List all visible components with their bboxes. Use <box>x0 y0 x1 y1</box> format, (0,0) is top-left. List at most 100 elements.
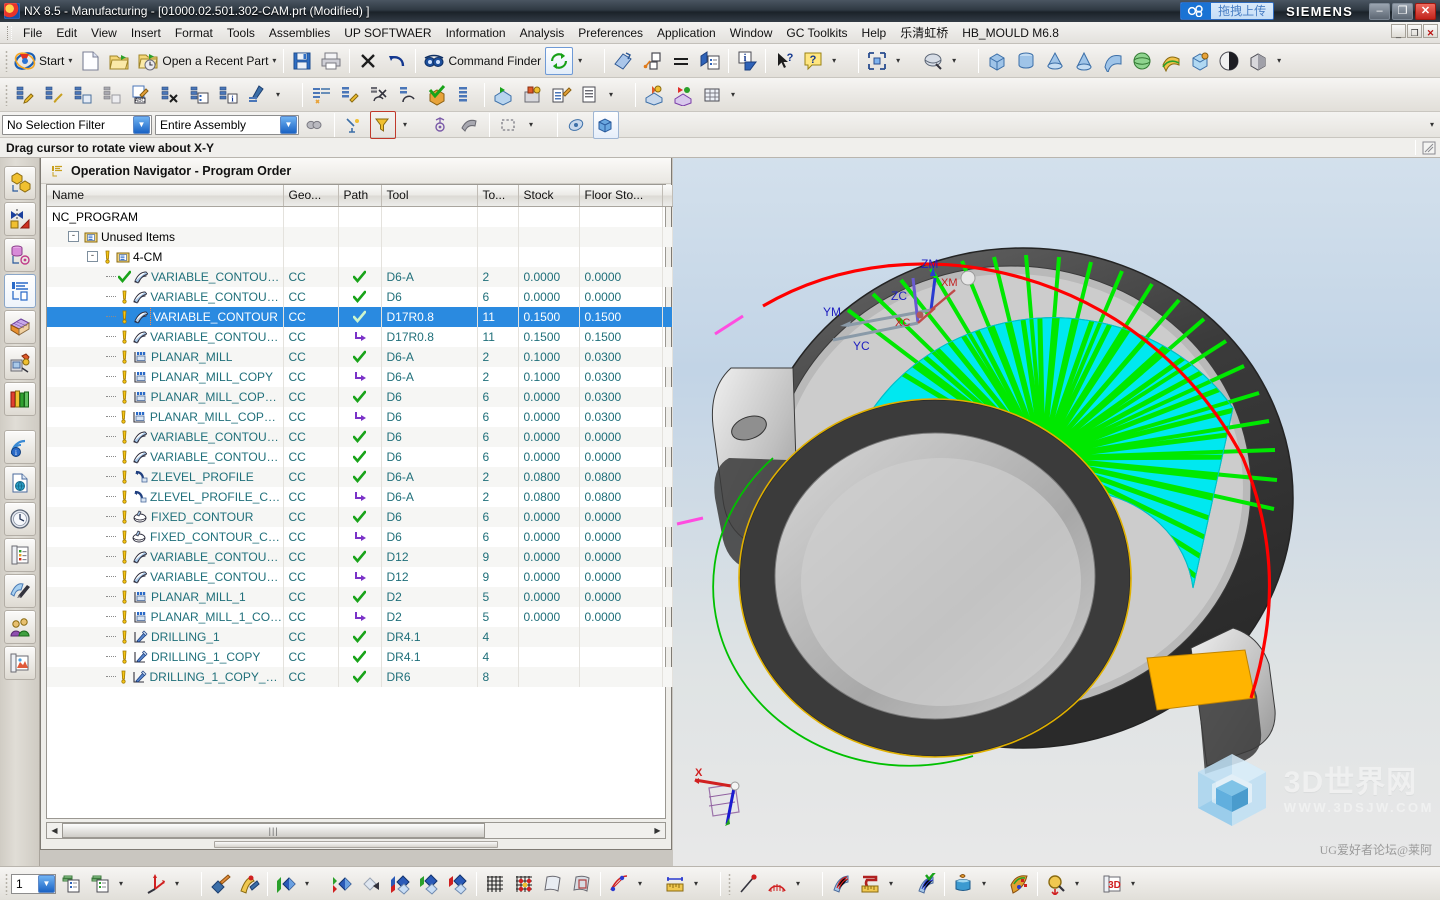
zoom-caret-button[interactable]: ▾ <box>948 47 974 75</box>
analysiscurve-caret-button[interactable]: ▾ <box>634 870 660 898</box>
rect-select-button[interactable] <box>496 111 522 139</box>
work-layer-input[interactable]: 1 ▼ <box>11 873 56 894</box>
menu-item-information[interactable]: Information <box>439 24 513 42</box>
measurecv-caret-button[interactable]: ▾ <box>885 870 911 898</box>
filter-caret-button[interactable]: ▾ <box>399 111 425 139</box>
table-row[interactable]: PLANAR_MILL_1_COPY CC D2 5 0.0000 0.0000 <box>47 606 673 627</box>
cell-name[interactable]: VARIABLE_CONTOUR_... <box>47 566 284 587</box>
sketch-in-task-button[interactable] <box>609 47 637 75</box>
measure-distance-button[interactable] <box>661 870 689 898</box>
column-header-name[interactable]: Name <box>47 185 284 207</box>
table-row[interactable]: VARIABLE_CONTOUR_... CC D12 9 0.0000 0.0000 <box>47 566 673 587</box>
face-button[interactable] <box>457 111 483 139</box>
navigator-hscrollbar[interactable]: ◀ ||| ▶ <box>46 822 666 839</box>
sidebar-item-history[interactable] <box>3 502 36 536</box>
toolbar-grip[interactable] <box>2 82 10 108</box>
confirm-button[interactable] <box>423 81 451 109</box>
table-row[interactable]: PLANAR_MILL CC D6-A 2 0.1000 0.0300 <box>47 346 673 367</box>
table-row[interactable]: VARIABLE_CONTOUR_3 CC D6 6 0.0000 0.0000 <box>47 426 673 447</box>
shop-doc-button[interactable] <box>576 81 604 109</box>
cell-name[interactable]: VARIABLE_CONTOUR_3 <box>47 426 284 447</box>
replay-button[interactable] <box>669 81 697 109</box>
cell-name[interactable]: VARIABLE_CONTOUR_... <box>47 326 284 347</box>
shaded-edges-button[interactable] <box>328 870 356 898</box>
render-caret-button[interactable]: ▾ <box>1273 47 1299 75</box>
grid-button[interactable] <box>481 870 509 898</box>
selection-filter-combo[interactable]: No Selection Filter ▼ <box>2 114 152 135</box>
mdi-restore-button[interactable]: ❐ <box>1407 24 1422 38</box>
post-process-button[interactable] <box>547 81 575 109</box>
start-caret-icon[interactable]: ▾ <box>68 56 72 65</box>
shape-box-button[interactable] <box>983 47 1011 75</box>
filter-point-button[interactable] <box>370 110 396 139</box>
minimize-button[interactable]: – <box>1369 2 1390 20</box>
snap-grid-button[interactable] <box>510 870 538 898</box>
table-row[interactable]: DRILLING_1_COPY CC DR4.1 4 <box>47 646 673 667</box>
windowanalysis-caret-button[interactable]: ▾ <box>1127 870 1153 898</box>
shade-mode-button[interactable] <box>564 111 590 139</box>
mdi-close-button[interactable]: ✕ <box>1423 24 1438 38</box>
scroll-left-button[interactable]: ◀ <box>47 823 62 838</box>
shade-button[interactable] <box>1215 47 1243 75</box>
operation-info-button[interactable] <box>185 81 213 109</box>
menu-item-format[interactable]: Format <box>168 24 220 42</box>
sidebar-item-manufacturing-wizards[interactable] <box>3 346 36 380</box>
open-recent-caret-icon[interactable]: ▾ <box>272 56 276 65</box>
partially-shaded-button[interactable] <box>415 870 443 898</box>
zoom-analysis-button[interactable] <box>1042 870 1070 898</box>
table-row[interactable]: PLANAR_MILL_1 CC D2 5 0.0000 0.0000 <box>47 586 673 607</box>
operation-object-button[interactable]: i <box>214 81 242 109</box>
workpiece-button[interactable] <box>489 81 517 109</box>
graphics-viewport[interactable]: ZM YM XM ZC YC XC X 3D世界网 WWW.3DSJW.COM … <box>673 158 1440 866</box>
cutting-caret-button[interactable]: ▾ <box>727 81 753 109</box>
navigator-resize-grip[interactable] <box>41 839 671 849</box>
shopdoc-caret-button[interactable]: ▾ <box>605 81 631 109</box>
measure-caret-button[interactable]: ▾ <box>690 870 716 898</box>
cell-name[interactable]: - Unused Items <box>47 226 284 247</box>
transform-button[interactable] <box>235 870 263 898</box>
fit-view-button[interactable] <box>863 47 891 75</box>
tree-expander[interactable]: - <box>68 231 79 242</box>
cell-name[interactable]: PLANAR_MILL_1_COPY <box>47 606 284 627</box>
face-analysis-button[interactable] <box>386 870 414 898</box>
move-object-button[interactable] <box>206 870 234 898</box>
cut-level-button[interactable] <box>365 81 393 109</box>
cell-name[interactable]: - 4-CM <box>47 246 284 267</box>
sidebar-item-help-on-context[interactable]: i <box>3 430 36 464</box>
hscroll-thumb[interactable]: ||| <box>62 823 486 838</box>
draft-analysis-button[interactable] <box>949 870 977 898</box>
create-method-button[interactable] <box>98 81 126 109</box>
column-header-stock[interactable]: Stock <box>518 185 580 207</box>
column-header-tool[interactable]: Tool <box>381 185 478 207</box>
create-geometry-button[interactable] <box>69 81 97 109</box>
column-header-floor-stock[interactable]: Floor Sto... <box>579 185 663 207</box>
shape-blend-button[interactable] <box>1157 47 1185 75</box>
undo-path-button[interactable] <box>394 81 422 109</box>
cell-name[interactable]: VARIABLE_CONTOUR_1 <box>47 286 284 307</box>
table-row[interactable]: NC_PROGRAM <box>47 206 673 227</box>
list-button[interactable] <box>452 81 480 109</box>
sidebar-item-system-materials[interactable] <box>3 574 36 608</box>
menu-grip[interactable] <box>2 24 16 42</box>
studio-button[interactable] <box>444 870 472 898</box>
cell-name[interactable]: VARIABLE_CONTOUR_... <box>47 546 284 567</box>
filter-overflow[interactable]: ▾ <box>1429 120 1438 129</box>
select-general-button[interactable] <box>302 111 328 139</box>
menu-item-assemblies[interactable]: Assemblies <box>262 24 337 42</box>
table-row[interactable]: FIXED_CONTOUR CC D6 6 0.0000 0.0000 <box>47 506 673 527</box>
table-row[interactable]: VARIABLE_CONTOUR_1 CC D6 6 0.0000 0.0000 <box>47 286 673 307</box>
section-button[interactable] <box>568 870 596 898</box>
delete-button[interactable] <box>354 47 382 75</box>
table-row[interactable]: PLANAR_MILL_COPY_1 CC D6 6 0.0000 0.0300 <box>47 386 673 407</box>
rect-caret-button[interactable]: ▾ <box>525 111 551 139</box>
window-analysis-button[interactable]: 3D <box>1098 870 1126 898</box>
upload-widget[interactable]: 拖拽上传 <box>1180 2 1275 20</box>
wcs-button[interactable] <box>428 111 454 139</box>
scope-combo[interactable]: Entire Assembly ▼ <box>155 114 299 135</box>
chevron-down-icon[interactable]: ▼ <box>280 115 297 134</box>
undo-button[interactable] <box>383 47 411 75</box>
delete-operation-button[interactable] <box>156 81 184 109</box>
scroll-right-button[interactable]: ▶ <box>650 823 665 838</box>
table-row[interactable]: VARIABLE_CONTOUR_... CC D17R0.8 11 0.1500 0.1… <box>47 326 673 347</box>
snap-point-button[interactable] <box>341 111 367 139</box>
